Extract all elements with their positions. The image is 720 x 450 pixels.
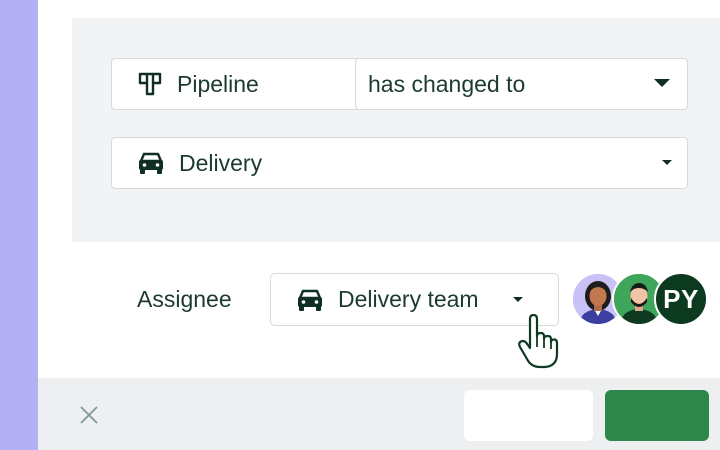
close-icon[interactable] <box>78 404 100 426</box>
automation-condition-dialog: Pipeline has changed to Delivery Assigne… <box>0 0 720 450</box>
assignee-label: Assignee <box>137 286 232 312</box>
chevron-down-icon <box>513 297 523 302</box>
confirm-button[interactable] <box>605 390 709 441</box>
hand-cursor-icon <box>516 313 560 370</box>
assignee-avatars: PY <box>571 272 711 326</box>
cancel-button[interactable] <box>464 390 593 441</box>
chevron-down-icon <box>662 160 672 165</box>
assignee-team-label: Delivery team <box>338 286 479 312</box>
condition-field-select[interactable]: Pipeline <box>111 58 357 110</box>
condition-operator-dropdown[interactable]: has changed to <box>355 58 688 110</box>
car-icon <box>137 150 165 176</box>
condition-field-label: Pipeline <box>177 70 259 97</box>
condition-value-dropdown[interactable]: Delivery <box>111 137 688 189</box>
pipeline-icon <box>137 71 163 97</box>
chevron-down-icon <box>654 79 670 87</box>
top-edge <box>38 0 720 18</box>
car-icon <box>296 287 324 313</box>
avatar-initials: PY <box>663 283 699 314</box>
condition-panel <box>72 18 720 242</box>
condition-value-label: Delivery <box>179 149 263 176</box>
initials-avatar[interactable]: PY <box>654 272 708 326</box>
condition-operator-label: has changed to <box>368 70 526 97</box>
left-rail <box>0 0 38 450</box>
